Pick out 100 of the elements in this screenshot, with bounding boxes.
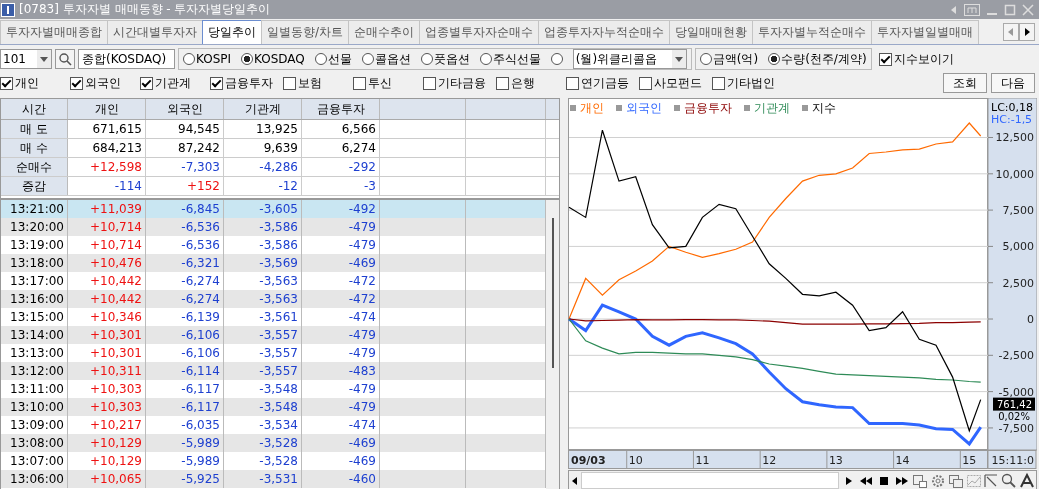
tab[interactable]: 당일추이 [202, 20, 262, 44]
checkbox-label[interactable]: 지수보이기 [893, 50, 954, 68]
table-row[interactable]: 13:14:00 +10,301 -6,106 -3,557 -479 [1, 326, 546, 344]
table-row[interactable]: 13:21:00 +11,039 -6,845 -3,605 -492 [1, 200, 546, 218]
radio-label[interactable]: 풋옵션 [433, 50, 470, 68]
x-axis-label: 13 [828, 454, 843, 467]
code-dropdown[interactable]: 101 [0, 49, 52, 69]
radio-label[interactable]: 주식선물 [492, 50, 541, 68]
checkbox[interactable] [639, 76, 652, 90]
weekly-dropdown[interactable]: (월)위클리콜옵 [572, 49, 687, 69]
table-row[interactable]: 13:10:00 +10,303 -6,117 -3,548 -479 [1, 398, 546, 416]
radio-button[interactable] [768, 53, 781, 65]
table-cell: +152 [146, 177, 224, 195]
checkbox[interactable] [140, 76, 153, 90]
column-header: 시간 [1, 99, 68, 119]
checkbox-label[interactable]: 보험 [298, 74, 322, 92]
table-cell: +10,065 [68, 470, 146, 488]
radio-button[interactable] [361, 53, 374, 65]
checkbox-label[interactable]: 투신 [368, 74, 392, 92]
radio-button[interactable] [183, 53, 195, 65]
change-label: 0,02% [998, 410, 1030, 422]
radio-button[interactable] [420, 53, 433, 65]
search-button[interactable] [55, 49, 75, 69]
radio-button[interactable] [699, 53, 712, 65]
tab[interactable]: 일별동향/차트 [261, 20, 350, 44]
scroll-thumb[interactable] [552, 218, 554, 368]
table-row[interactable]: 13:16:00 +10,442 -6,274 -3,563 -472 [1, 290, 546, 308]
checkbox-label[interactable]: 사모펀드 [654, 74, 702, 92]
checkbox[interactable] [283, 76, 296, 90]
checkbox-label[interactable]: 금융투자 [225, 74, 273, 92]
tab[interactable]: 시간대별투자자 [107, 20, 203, 44]
y-axis-label: -7,500 [998, 421, 1034, 435]
checkbox-label[interactable]: 개인 [15, 74, 39, 92]
action-button[interactable]: 다음 [991, 73, 1035, 93]
radio-button[interactable] [314, 53, 327, 65]
table-cell: -7,303 [146, 158, 224, 176]
checkbox[interactable] [496, 76, 509, 90]
checkbox[interactable] [712, 76, 725, 90]
checkbox[interactable] [423, 76, 436, 90]
tab[interactable]: 업종별투자자순매수 [419, 20, 540, 44]
checkbox-label[interactable]: 외국인 [85, 74, 121, 92]
checkbox[interactable] [566, 76, 579, 90]
table-cell: +12,598 [68, 158, 146, 176]
legend-label: 기관계 [754, 101, 790, 115]
checkbox[interactable] [210, 76, 223, 90]
column-header: 기관계 [224, 99, 302, 119]
table-cell: 9,639 [224, 139, 302, 157]
tab[interactable]: 투자자별매매종합 [0, 20, 108, 44]
table-row[interactable]: 13:18:00 +10,476 -6,321 -3,569 -469 [1, 254, 546, 272]
table-cell: -12 [224, 177, 302, 195]
radio-button[interactable] [550, 53, 563, 65]
table-row[interactable]: 13:20:00 +10,714 -6,536 -3,586 -479 [1, 218, 546, 236]
checkbox-label[interactable]: 기관계 [155, 74, 191, 92]
tab[interactable]: 투자자별일별매매 [871, 20, 980, 44]
row-header: 매 수 [1, 139, 68, 157]
table-cell: -3,531 [224, 470, 302, 488]
tab[interactable]: 투자자별누적순매수 [752, 20, 873, 44]
text-tool-icon[interactable] [1018, 471, 1037, 489]
tab[interactable]: 업종투자자누적순매수 [538, 20, 671, 44]
checkbox-label[interactable]: 기타법인 [727, 74, 775, 92]
radio-label[interactable]: 금액(억) [712, 50, 759, 68]
table-row[interactable]: 13:12:00 +10,311 -6,114 -3,557 -483 [1, 362, 546, 380]
time-label: 15:11:0 [991, 454, 1034, 467]
radio-label[interactable]: 콜옵션 [374, 50, 411, 68]
column-header: 개인 [68, 99, 146, 119]
radio-label[interactable]: KOSPI [196, 52, 232, 66]
radio-button[interactable] [241, 53, 254, 65]
checkbox[interactable] [353, 76, 366, 90]
radio-label[interactable]: 수량(천주/계약) [781, 50, 867, 68]
table-cell: 87,242 [146, 139, 224, 157]
scroll-right-icon[interactable] [1019, 23, 1035, 41]
checkbox[interactable] [878, 52, 892, 66]
table-cell: -5,925 [146, 470, 224, 488]
legend-label: 외국인 [626, 101, 662, 115]
search-icon [58, 52, 72, 66]
radio-label[interactable]: KOSDAQ [254, 52, 305, 66]
checkbox[interactable] [70, 76, 83, 90]
x-axis-label: 14 [895, 454, 910, 467]
legend-swatch-icon [744, 105, 750, 111]
table-cell: 6,274 [302, 139, 380, 157]
y-axis-label: 10,000 [995, 167, 1034, 181]
checkbox[interactable] [0, 76, 13, 90]
x-axis-label: 15 [962, 454, 977, 467]
scrollbar[interactable] [546, 200, 559, 489]
scrollbar[interactable] [580, 472, 840, 489]
checkbox-label[interactable]: 은행 [511, 74, 535, 92]
radio-button[interactable] [479, 53, 492, 65]
checkbox-label[interactable]: 연기금등 [581, 74, 629, 92]
lc-label: LC:0,18 [991, 101, 1033, 114]
table-row[interactable]: 13:08:00 +10,129 -5,989 -3,528 -469 [1, 434, 546, 452]
checkbox-label[interactable]: 기타금융 [438, 74, 486, 92]
radio-label[interactable]: 선물 [327, 50, 352, 68]
legend-swatch-icon [802, 105, 808, 111]
name-field[interactable]: 종합(KOSDAQ) [78, 49, 175, 69]
action-button[interactable]: 조회 [943, 73, 987, 93]
table-cell: 684,213 [68, 139, 146, 157]
tab[interactable]: 당일매매현황 [669, 20, 754, 44]
x-axis-label: 11 [695, 454, 710, 467]
tab[interactable]: 순매수추이 [348, 20, 421, 44]
table-row[interactable]: 13:06:00 +10,065 -5,925 -3,531 -460 [1, 470, 546, 488]
